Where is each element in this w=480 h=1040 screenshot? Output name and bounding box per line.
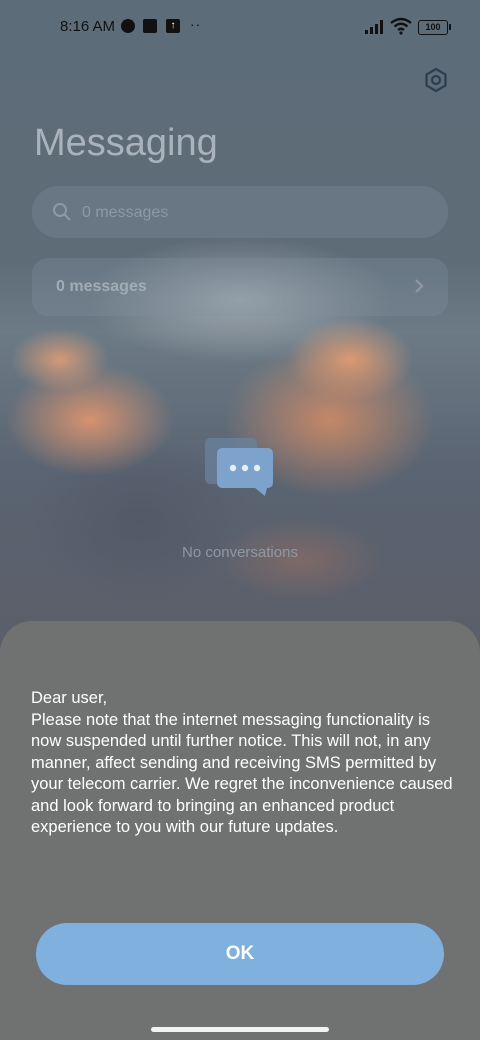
dnd-icon <box>121 19 135 33</box>
ok-button[interactable]: OK <box>36 923 444 985</box>
page-title: Messaging <box>34 122 218 164</box>
signal-icon <box>365 20 385 34</box>
status-time: 8:16 AM <box>60 18 116 35</box>
wifi-icon <box>390 17 412 35</box>
status-bar: 8:16 AM ↑ ·· 100 <box>0 0 480 56</box>
search-placeholder: 0 messages <box>82 204 169 221</box>
chevron-right-icon <box>415 279 424 293</box>
app-notification-icon: ↑ <box>166 19 180 33</box>
notice-message: Dear user, Please note that the internet… <box>31 689 453 836</box>
empty-state-text: No conversations <box>182 544 298 561</box>
battery-icon: 100 <box>418 20 451 35</box>
more-notifications-icon: ·· <box>190 16 202 32</box>
search-icon <box>53 203 71 221</box>
messages-summary-row[interactable]: 0 messages <box>32 258 448 316</box>
messages-count-label: 0 messages <box>56 278 147 295</box>
suspension-notice-sheet: Dear user, Please note that the internet… <box>0 621 480 1040</box>
settings-icon[interactable] <box>422 66 450 94</box>
notification-icon <box>143 19 157 33</box>
home-indicator[interactable] <box>151 1027 329 1032</box>
search-bar[interactable]: 0 messages <box>32 186 448 238</box>
chat-bubbles-icon <box>205 438 273 496</box>
